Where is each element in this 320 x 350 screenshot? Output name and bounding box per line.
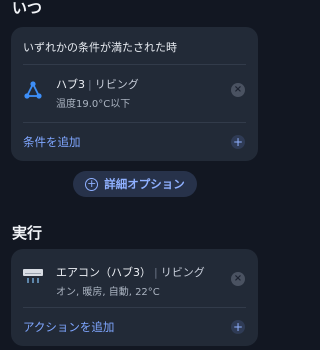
separator: |: [88, 78, 92, 91]
action-card: エアコン（ハブ3） | リビング オン, 暖房, 自動, 22°C × アクションを…: [11, 249, 258, 346]
separator: |: [154, 266, 158, 279]
divider: [23, 307, 246, 308]
condition-item[interactable]: ハブ3 | リビング 温度19.0°C以下 ×: [11, 65, 258, 115]
action-item-title: エアコン（ハブ3） | リビング: [56, 264, 205, 280]
plus-circle-icon: +: [85, 176, 99, 191]
advanced-options-button[interactable]: + 詳細オプション: [73, 171, 197, 197]
divider: [23, 122, 246, 123]
add-condition-plus-icon[interactable]: +: [231, 135, 245, 149]
room-name: リビング: [160, 266, 205, 279]
condition-card: いずれかの条件が満たされた時 ハブ3 | リビング 温度19.0°C以下 × 条件を…: [11, 27, 258, 161]
when-section-title: いつ: [12, 0, 43, 17]
hub-icon: [23, 80, 43, 104]
add-action-link[interactable]: アクションを追加: [23, 319, 114, 335]
action-item[interactable]: エアコン（ハブ3） | リビング オン, 暖房, 自動, 22°C ×: [11, 249, 258, 304]
action-item-subtitle: オン, 暖房, 自動, 22°C: [56, 287, 160, 298]
advanced-options-label: 詳細オプション: [104, 177, 185, 191]
action-section-title: 実行: [12, 224, 43, 242]
add-condition-link[interactable]: 条件を追加: [23, 134, 81, 150]
device-name: ハブ3: [56, 78, 85, 91]
condition-item-subtitle: 温度19.0°C以下: [56, 99, 131, 110]
remove-condition-button[interactable]: ×: [231, 83, 245, 97]
add-action-plus-icon[interactable]: +: [231, 320, 245, 334]
remove-action-button[interactable]: ×: [231, 272, 245, 286]
condition-item-title: ハブ3 | リビング: [56, 76, 139, 92]
air-conditioner-icon: [22, 267, 44, 289]
device-name: エアコン（ハブ3）: [56, 266, 151, 279]
room-name: リビング: [94, 78, 139, 91]
condition-card-header: いずれかの条件が満たされた時: [23, 41, 177, 54]
